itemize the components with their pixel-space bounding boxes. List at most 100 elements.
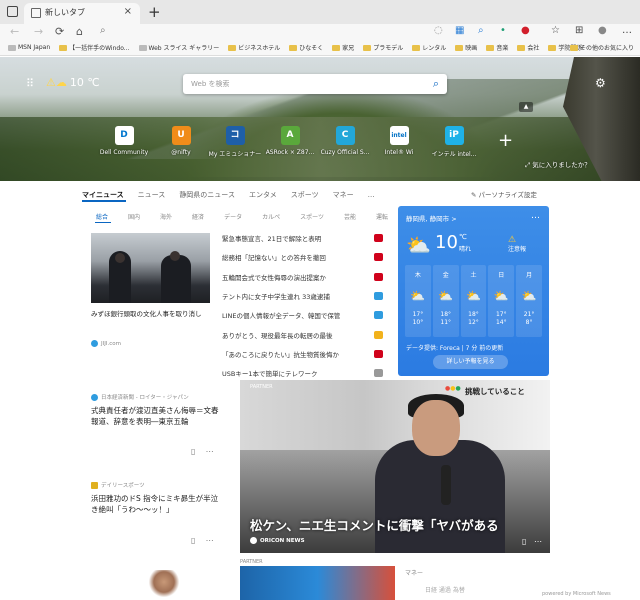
- more-icon[interactable]: ⋯: [206, 447, 214, 456]
- headline-item[interactable]: ありがとう、現役最年長の転居の最後: [222, 330, 382, 340]
- new-tab-button[interactable]: +: [148, 3, 161, 21]
- search-input[interactable]: Web を検索: [191, 79, 230, 89]
- bookmark-item[interactable]: 映画: [455, 43, 477, 52]
- bookmark-item[interactable]: 【一括伴手のWindo...: [59, 43, 130, 52]
- detailed-forecast-button[interactable]: 詳しい予報を見る: [433, 355, 508, 369]
- bookmark-item[interactable]: 会社: [517, 43, 539, 52]
- news-tab[interactable]: エンタメ: [249, 190, 277, 200]
- news-tab[interactable]: ニュース: [138, 190, 166, 200]
- money-tabs[interactable]: 日経 通過 為替: [425, 585, 465, 594]
- bottom-partner-ad[interactable]: [240, 566, 395, 600]
- news-tab[interactable]: マネー: [333, 190, 354, 200]
- news-subtab[interactable]: スポーツ: [300, 212, 324, 221]
- address-bar-search-icon[interactable]: ⌕: [100, 25, 106, 36]
- bookmark-item[interactable]: MSN Japan: [8, 44, 50, 51]
- home-icon[interactable]: ⌂: [76, 25, 83, 38]
- headline-item[interactable]: 「あのころに戻りたい」抗生物質後悔か: [222, 349, 382, 359]
- feature-photo[interactable]: [91, 233, 210, 303]
- bookmark-item[interactable]: Web スライス ギャラリー: [138, 43, 219, 52]
- more-icon[interactable]: ⋯: [534, 537, 542, 546]
- gear-icon[interactable]: ⚙: [595, 76, 606, 90]
- news-subtab[interactable]: 総合: [96, 212, 108, 221]
- bookmarks-more-label: その他のお気に入り: [579, 45, 634, 52]
- feature-title[interactable]: みずほ銀行頭取の文化人事を取り消し: [91, 310, 219, 319]
- news-subtab[interactable]: データ: [224, 212, 242, 221]
- personalize-link[interactable]: ✎ パーソナライズ設定: [471, 189, 537, 199]
- news-tab[interactable]: スポーツ: [291, 190, 319, 200]
- bookmark-item[interactable]: 家兄: [332, 43, 354, 52]
- quick-link[interactable]: D Dell Community: [94, 126, 154, 156]
- bookmark-icon[interactable]: ▯: [191, 536, 195, 545]
- chevron-up-icon[interactable]: ▲: [519, 102, 533, 112]
- web-search-box[interactable]: Web を検索 ⌕: [183, 74, 447, 94]
- card1-source-label: 日本経済新聞 - ロイター・ジャパン: [101, 395, 189, 401]
- menu-icon[interactable]: …: [622, 25, 632, 36]
- news-tab[interactable]: 静岡県のニュース: [179, 190, 235, 200]
- apps-grid-icon[interactable]: ⠿: [26, 77, 34, 90]
- refresh-icon[interactable]: ⟳: [55, 25, 64, 38]
- add-quick-link-icon[interactable]: +: [498, 130, 513, 151]
- news-subtab[interactable]: 経済: [192, 212, 204, 221]
- extension-search-icon[interactable]: ⌕: [478, 25, 484, 36]
- headline-source-icon: [374, 311, 383, 320]
- headline-item[interactable]: USBキー1本で簡単にテレワーク: [222, 368, 382, 378]
- extension-red-icon[interactable]: ●: [521, 25, 530, 36]
- more-icon[interactable]: ⋯: [206, 536, 214, 545]
- card2-title[interactable]: 浜田雅功のドS 指令にミキ昴生が半泣き絶叫「うわ～～ッ！」: [91, 493, 221, 515]
- extension-3-icon[interactable]: •: [500, 25, 506, 36]
- quick-link[interactable]: C Cuzy Official S...: [315, 126, 375, 156]
- news-subtab[interactable]: 運転: [376, 212, 388, 221]
- news-subtab[interactable]: カルペ: [262, 212, 280, 221]
- headline-item[interactable]: 緊急事態宣言、21日で解除と表明: [222, 233, 382, 243]
- bookmark-icon[interactable]: ▯: [191, 447, 195, 456]
- weather-location[interactable]: 静岡県, 静岡市 >: [406, 213, 457, 223]
- extension-icon[interactable]: ◌: [434, 25, 443, 36]
- forecast-day[interactable]: 月 ⛅ 21° 8°: [516, 265, 542, 337]
- pencil-icon: ✎: [471, 191, 479, 199]
- weather-card[interactable]: 静岡県, 静岡市 > … ⛅ 10 ℃ 晴れ ⚠ 注意報 木 ⛅ 17° 10° 金 ⛅ 1…: [398, 206, 549, 376]
- tab-actions-icon[interactable]: [7, 6, 18, 17]
- tab-new-tab[interactable]: 新しいタブ ×: [24, 3, 140, 24]
- news-subtab[interactable]: 国内: [128, 212, 140, 221]
- back-icon[interactable]: ←: [10, 25, 19, 38]
- news-tab[interactable]: …: [368, 191, 375, 199]
- profile-icon[interactable]: ●: [598, 25, 607, 36]
- forecast-day[interactable]: 金 ⛅ 18° 11°: [432, 265, 459, 337]
- headline-item[interactable]: LINEの個人情報が全データ、韓国で保管: [222, 310, 382, 320]
- quick-link[interactable]: A ASRock × Z87...: [260, 126, 320, 156]
- favorite-star-icon[interactable]: ☆: [551, 25, 560, 36]
- news-subtab[interactable]: 芸能: [344, 212, 356, 221]
- big-feature[interactable]: PARTNER ●●● 挑戦していること 松ケン、ニエ生コメントに衝撃「ヤバがあ…: [240, 380, 550, 553]
- search-icon[interactable]: ⌕: [433, 77, 439, 91]
- bookmark-item[interactable]: レンタル: [412, 43, 446, 52]
- extension-2-icon[interactable]: ▦: [455, 25, 464, 36]
- news-tab[interactable]: マイニュース: [82, 190, 124, 200]
- quick-link[interactable]: intel Intel® Wi: [369, 126, 429, 156]
- headline-item[interactable]: 五輪開会式で女性侮辱の演出提案か: [222, 272, 382, 282]
- forecast-day[interactable]: 土 ⛅ 18° 12°: [460, 265, 487, 337]
- bottom-photo[interactable]: [146, 570, 182, 600]
- quick-link[interactable]: U @nifty: [151, 126, 211, 156]
- bookmark-icon[interactable]: ▯: [522, 537, 526, 546]
- weather-alert[interactable]: ⚠ 注意報: [508, 236, 526, 254]
- forecast-day[interactable]: 木 ⛅ 17° 10°: [405, 265, 431, 337]
- quick-link[interactable]: コ My エミュショナー: [205, 126, 265, 158]
- weather-more-icon[interactable]: …: [531, 211, 540, 221]
- headline-item[interactable]: テント内に女子中学生連れ 33歳逮捕: [222, 291, 382, 301]
- bookmark-item[interactable]: ひなそく: [289, 43, 323, 52]
- bookmark-item[interactable]: プラモデル: [363, 43, 403, 52]
- headline-item[interactable]: 総務相「記憶ない」との答弁を撤回: [222, 252, 382, 262]
- collections-icon[interactable]: ⊞: [575, 25, 583, 36]
- news-subtab[interactable]: 海外: [160, 212, 172, 221]
- bookmarks-more[interactable]: その他のお気に入り: [569, 43, 634, 52]
- big-headline[interactable]: 松ケン、ニエ生コメントに衝撃「ヤバがある: [250, 515, 499, 534]
- bookmark-item[interactable]: 音楽: [486, 43, 508, 52]
- quick-link[interactable]: iP インテル intel...: [424, 126, 484, 158]
- weather-mini[interactable]: ⚠☁ 10 ℃: [46, 76, 100, 89]
- tab-close-icon[interactable]: ×: [124, 6, 132, 17]
- forward-icon[interactable]: →: [34, 25, 43, 38]
- like-image-link[interactable]: ⤢ 気に入りましたか？: [525, 159, 591, 170]
- card1-title[interactable]: 式典責任者が渡辺直美さん侮辱＝文春報道、辞意を表明―東京五輪: [91, 405, 221, 427]
- forecast-day[interactable]: 日 ⛅ 17° 14°: [488, 265, 515, 337]
- bookmark-item[interactable]: ビジネスホテル: [228, 43, 280, 52]
